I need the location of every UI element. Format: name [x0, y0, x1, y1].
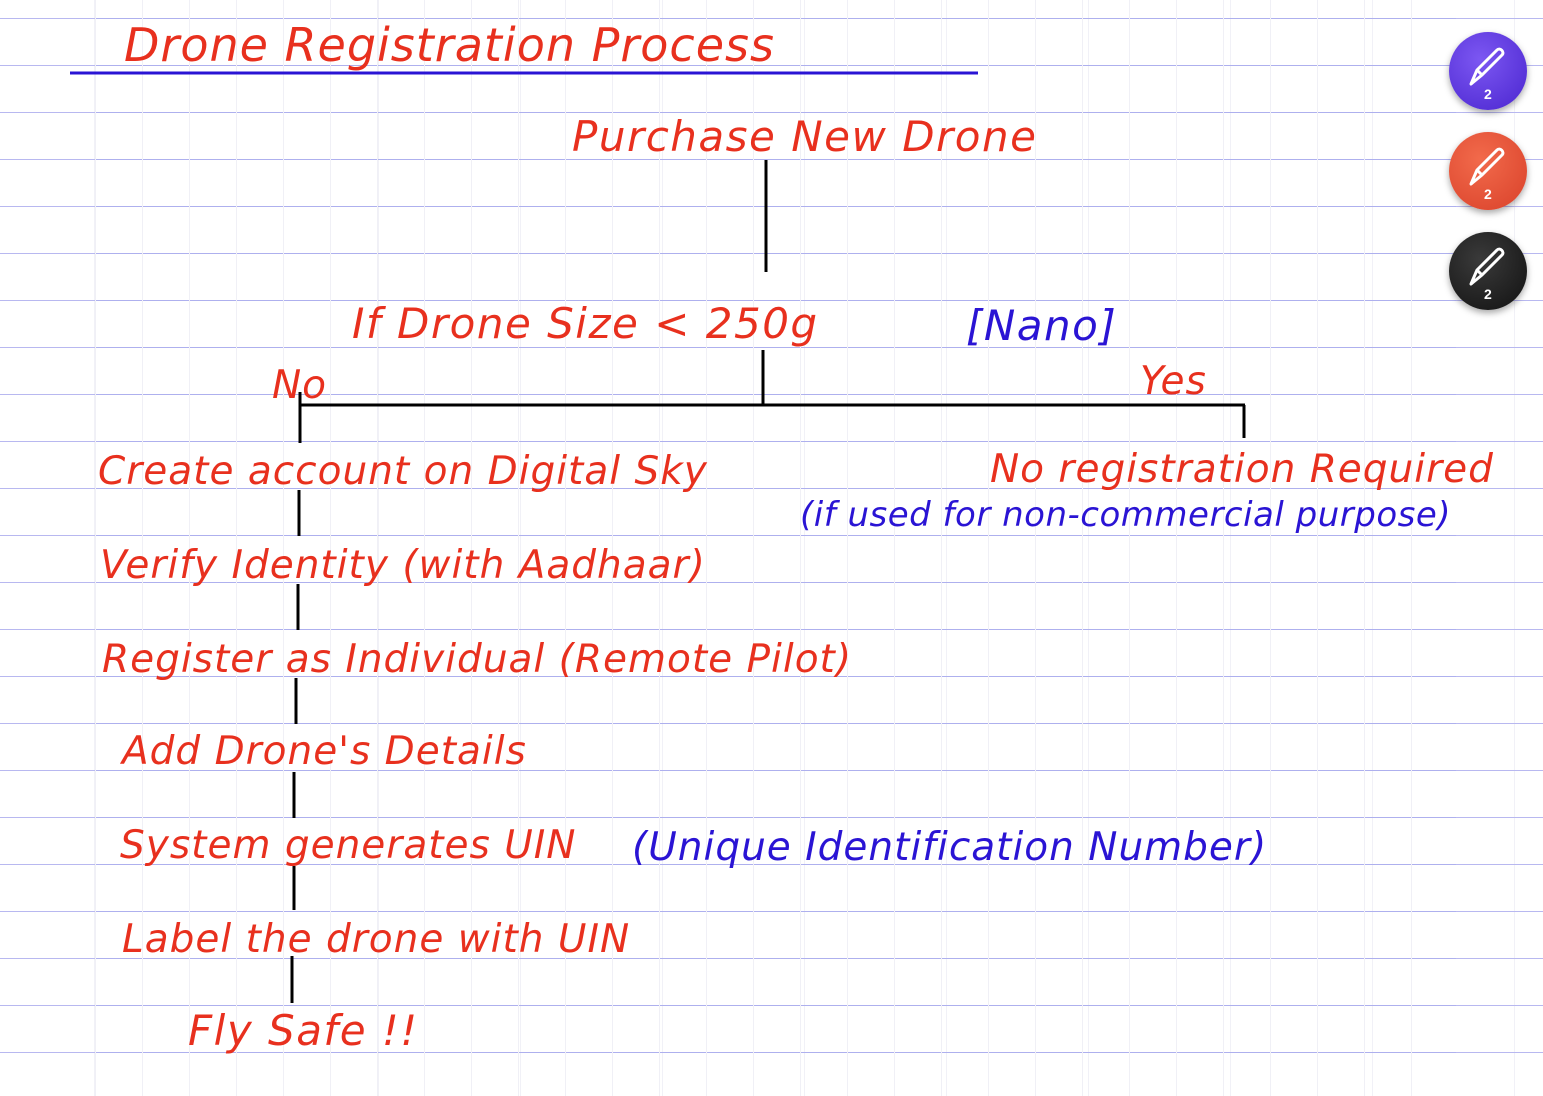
branch-yes-label: Yes [1140, 359, 1207, 404]
red-pen-tool[interactable]: 2 [1449, 132, 1527, 210]
step-create-account: Create account on Digital Sky [98, 449, 708, 494]
page-title: Drone Registration Process [124, 18, 775, 72]
step-add-drone-details: Add Drone's Details [122, 729, 527, 774]
step-generate-uin: System generates UIN [120, 823, 577, 868]
decision-tag: [Nano] [966, 301, 1118, 350]
purple-pen-tool[interactable]: 2 [1449, 32, 1527, 110]
step-register-individual: Register as Individual (Remote Pilot) [102, 637, 853, 682]
decision-node: If Drone Size < 250g [352, 299, 819, 348]
notebook-canvas[interactable]: Drone Registration Process Purchase New … [0, 0, 1543, 1096]
red-pen-badge: 2 [1484, 186, 1492, 202]
branch-no-label: No [272, 363, 328, 408]
black-pen-badge: 2 [1484, 286, 1492, 302]
yes-note: (if used for non-commercial purpose) [800, 495, 1452, 535]
purple-pen-badge: 2 [1484, 86, 1492, 102]
step-label-drone: Label the drone with UIN [122, 917, 631, 962]
root-node: Purchase New Drone [572, 112, 1038, 161]
step-verify-identity: Verify Identity (with Aadhaar) [100, 543, 706, 588]
yes-result: No registration Required [990, 447, 1494, 492]
black-pen-tool[interactable]: 2 [1449, 232, 1527, 310]
uin-expansion: (Unique Identification Number) [632, 825, 1268, 870]
step-fly-safe: Fly Safe !! [188, 1006, 419, 1055]
